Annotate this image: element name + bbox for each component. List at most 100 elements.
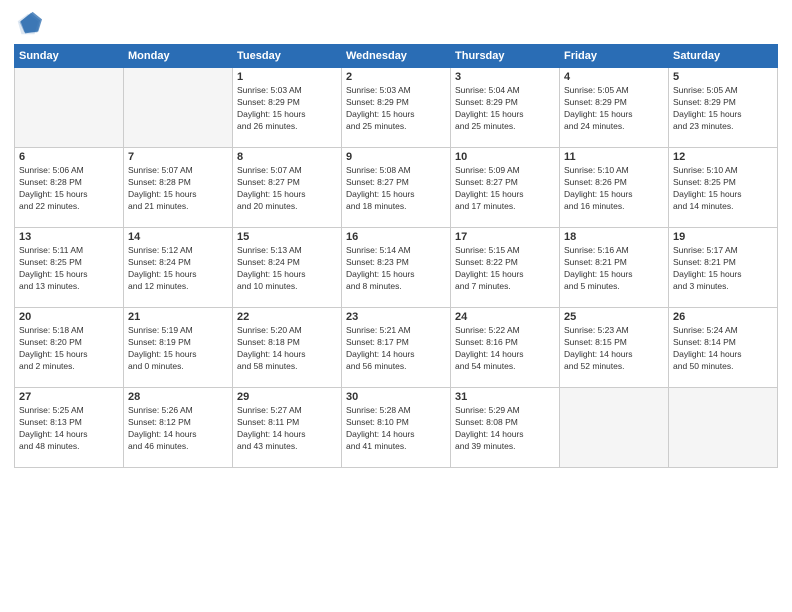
- day-info-line: Sunrise: 5:10 AM: [564, 165, 664, 177]
- calendar-day-1: 1Sunrise: 5:03 AMSunset: 8:29 PMDaylight…: [233, 68, 342, 148]
- day-info-line: and 16 minutes.: [564, 201, 664, 213]
- day-info-line: and 14 minutes.: [673, 201, 773, 213]
- day-info-line: Sunset: 8:29 PM: [346, 97, 446, 109]
- calendar-day-14: 14Sunrise: 5:12 AMSunset: 8:24 PMDayligh…: [124, 228, 233, 308]
- day-info: Sunrise: 5:29 AMSunset: 8:08 PMDaylight:…: [455, 405, 555, 453]
- day-info-line: Daylight: 14 hours: [346, 429, 446, 441]
- day-info-line: Sunrise: 5:26 AM: [128, 405, 228, 417]
- day-number: 3: [455, 71, 555, 83]
- day-info-line: Daylight: 15 hours: [673, 189, 773, 201]
- day-number: 22: [237, 311, 337, 323]
- day-info-line: Daylight: 14 hours: [19, 429, 119, 441]
- day-info-line: Sunset: 8:28 PM: [19, 177, 119, 189]
- day-info-line: Sunset: 8:19 PM: [128, 337, 228, 349]
- day-number: 17: [455, 231, 555, 243]
- day-info-line: Sunrise: 5:17 AM: [673, 245, 773, 257]
- day-info-line: and 56 minutes.: [346, 361, 446, 373]
- day-info-line: Sunset: 8:13 PM: [19, 417, 119, 429]
- day-info: Sunrise: 5:26 AMSunset: 8:12 PMDaylight:…: [128, 405, 228, 453]
- weekday-header-sunday: Sunday: [15, 45, 124, 68]
- day-info-line: and 3 minutes.: [673, 281, 773, 293]
- day-info: Sunrise: 5:19 AMSunset: 8:19 PMDaylight:…: [128, 325, 228, 373]
- day-info-line: Daylight: 15 hours: [564, 109, 664, 121]
- day-info-line: Sunrise: 5:19 AM: [128, 325, 228, 337]
- day-info-line: Daylight: 14 hours: [564, 349, 664, 361]
- day-info-line: and 7 minutes.: [455, 281, 555, 293]
- day-info-line: Sunrise: 5:21 AM: [346, 325, 446, 337]
- calendar-day-22: 22Sunrise: 5:20 AMSunset: 8:18 PMDayligh…: [233, 308, 342, 388]
- day-info-line: Sunset: 8:25 PM: [673, 177, 773, 189]
- day-info-line: Sunset: 8:08 PM: [455, 417, 555, 429]
- day-info: Sunrise: 5:07 AMSunset: 8:28 PMDaylight:…: [128, 165, 228, 213]
- day-info-line: and 26 minutes.: [237, 121, 337, 133]
- weekday-header-saturday: Saturday: [669, 45, 778, 68]
- day-info-line: Sunset: 8:25 PM: [19, 257, 119, 269]
- day-info-line: Sunset: 8:14 PM: [673, 337, 773, 349]
- day-info-line: Sunset: 8:11 PM: [237, 417, 337, 429]
- day-info: Sunrise: 5:08 AMSunset: 8:27 PMDaylight:…: [346, 165, 446, 213]
- day-info-line: Daylight: 14 hours: [455, 429, 555, 441]
- day-info-line: and 48 minutes.: [19, 441, 119, 453]
- calendar-day-11: 11Sunrise: 5:10 AMSunset: 8:26 PMDayligh…: [560, 148, 669, 228]
- day-info: Sunrise: 5:13 AMSunset: 8:24 PMDaylight:…: [237, 245, 337, 293]
- day-info-line: Sunset: 8:22 PM: [455, 257, 555, 269]
- day-number: 20: [19, 311, 119, 323]
- day-info-line: and 25 minutes.: [346, 121, 446, 133]
- day-info-line: Daylight: 14 hours: [237, 349, 337, 361]
- day-info-line: Sunset: 8:21 PM: [673, 257, 773, 269]
- day-info-line: Daylight: 15 hours: [237, 189, 337, 201]
- day-info-line: Sunset: 8:26 PM: [564, 177, 664, 189]
- day-info: Sunrise: 5:28 AMSunset: 8:10 PMDaylight:…: [346, 405, 446, 453]
- day-info-line: Daylight: 14 hours: [346, 349, 446, 361]
- calendar-day-empty: [560, 388, 669, 468]
- day-info-line: Daylight: 15 hours: [128, 269, 228, 281]
- day-info-line: Daylight: 15 hours: [346, 109, 446, 121]
- day-info-line: Sunrise: 5:06 AM: [19, 165, 119, 177]
- day-info-line: Sunrise: 5:23 AM: [564, 325, 664, 337]
- weekday-header-friday: Friday: [560, 45, 669, 68]
- day-info: Sunrise: 5:17 AMSunset: 8:21 PMDaylight:…: [673, 245, 773, 293]
- day-info-line: Daylight: 15 hours: [19, 349, 119, 361]
- calendar-day-7: 7 Sunrise: 5:07 AMSunset: 8:28 PMDaylight…: [124, 148, 233, 228]
- day-info-line: Sunset: 8:29 PM: [564, 97, 664, 109]
- calendar-day-25: 25Sunrise: 5:23 AMSunset: 8:15 PMDayligh…: [560, 308, 669, 388]
- calendar-day-28: 28 Sunrise: 5:26 AMSunset: 8:12 PMDayligh…: [124, 388, 233, 468]
- weekday-header-thursday: Thursday: [451, 45, 560, 68]
- day-info-line: Sunset: 8:15 PM: [564, 337, 664, 349]
- day-info-line: and 58 minutes.: [237, 361, 337, 373]
- day-info: Sunrise: 5:09 AMSunset: 8:27 PMDaylight:…: [455, 165, 555, 213]
- day-info-line: Daylight: 15 hours: [128, 189, 228, 201]
- day-info-line: Sunset: 8:27 PM: [346, 177, 446, 189]
- day-info: Sunrise: 5:23 AMSunset: 8:15 PMDaylight:…: [564, 325, 664, 373]
- calendar-day-19: 19Sunrise: 5:17 AMSunset: 8:21 PMDayligh…: [669, 228, 778, 308]
- weekday-header-wednesday: Wednesday: [342, 45, 451, 68]
- day-info-line: and 0 minutes.: [128, 361, 228, 373]
- day-info-line: Sunrise: 5:29 AM: [455, 405, 555, 417]
- day-number: 8: [237, 151, 337, 163]
- day-number: 23: [346, 311, 446, 323]
- day-info-line: Sunset: 8:24 PM: [128, 257, 228, 269]
- day-info-line: Sunrise: 5:03 AM: [346, 85, 446, 97]
- day-info-line: and 20 minutes.: [237, 201, 337, 213]
- day-info-line: and 5 minutes.: [564, 281, 664, 293]
- calendar-day-18: 18Sunrise: 5:16 AMSunset: 8:21 PMDayligh…: [560, 228, 669, 308]
- day-number: 18: [564, 231, 664, 243]
- day-info-line: and 10 minutes.: [237, 281, 337, 293]
- calendar-day-empty: [124, 68, 233, 148]
- calendar-week-3: 13Sunrise: 5:11 AMSunset: 8:25 PMDayligh…: [15, 228, 778, 308]
- calendar-day-10: 10Sunrise: 5:09 AMSunset: 8:27 PMDayligh…: [451, 148, 560, 228]
- day-info-line: Sunrise: 5:14 AM: [346, 245, 446, 257]
- day-info-line: Sunset: 8:10 PM: [346, 417, 446, 429]
- day-number: 28: [128, 391, 228, 403]
- day-info-line: Sunrise: 5:12 AM: [128, 245, 228, 257]
- day-number: 6: [19, 151, 119, 163]
- calendar-day-8: 8Sunrise: 5:07 AMSunset: 8:27 PMDaylight…: [233, 148, 342, 228]
- day-info: Sunrise: 5:27 AMSunset: 8:11 PMDaylight:…: [237, 405, 337, 453]
- calendar-day-13: 13Sunrise: 5:11 AMSunset: 8:25 PMDayligh…: [15, 228, 124, 308]
- day-info: Sunrise: 5:04 AMSunset: 8:29 PMDaylight:…: [455, 85, 555, 133]
- calendar-day-6: 6Sunrise: 5:06 AMSunset: 8:28 PMDaylight…: [15, 148, 124, 228]
- day-number: 7: [128, 151, 228, 163]
- day-info: Sunrise: 5:03 AMSunset: 8:29 PMDaylight:…: [237, 85, 337, 133]
- day-info-line: Sunset: 8:21 PM: [564, 257, 664, 269]
- day-info: Sunrise: 5:15 AMSunset: 8:22 PMDaylight:…: [455, 245, 555, 293]
